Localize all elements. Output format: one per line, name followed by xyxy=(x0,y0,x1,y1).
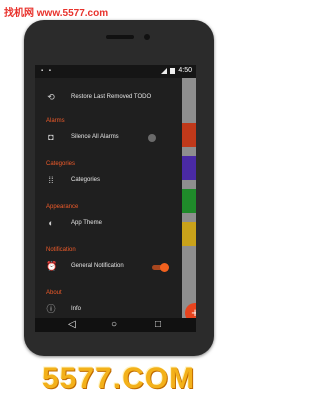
silence-alarms-toggle[interactable] xyxy=(148,134,156,142)
watermark-bottom: 5577.COM xyxy=(42,362,196,395)
section-alarms: Alarms xyxy=(46,118,65,124)
signal-icon xyxy=(161,67,168,74)
app-theme-label: App Theme xyxy=(71,220,102,226)
speaker xyxy=(106,35,134,39)
home-button[interactable]: ○ xyxy=(111,319,117,331)
recents-button[interactable]: □ xyxy=(155,319,161,331)
back-button[interactable]: ◁ xyxy=(68,319,76,331)
categories-item[interactable]: ⁞⁞ Categories xyxy=(35,175,182,189)
vibrate-icon: ◘ xyxy=(48,132,54,142)
phone-frame: ▪ ▪ 4:50 + ⟲ Restore Last Removed TODO A… xyxy=(24,20,214,356)
alarm-bell-icon: ⏰ xyxy=(46,261,58,271)
category-tile-green[interactable] xyxy=(182,189,196,213)
general-notification-item[interactable]: ⏰ General Notification xyxy=(35,261,182,275)
section-about: About xyxy=(46,290,62,296)
battery-icon xyxy=(170,67,176,74)
camera xyxy=(144,34,150,40)
watermark-top: 找机网 www.5577.com xyxy=(4,8,109,19)
section-categories: Categories xyxy=(46,161,76,167)
info-label: Info xyxy=(71,306,82,312)
navigation-bar: ◁ ○ □ xyxy=(35,318,196,332)
app-theme-item[interactable]: ◐ App Theme xyxy=(35,218,182,232)
status-time: 4:50 xyxy=(178,67,192,74)
status-bar: ▪ ▪ 4:50 xyxy=(35,65,196,78)
section-notification: Notification xyxy=(46,247,76,253)
category-tile-purple[interactable] xyxy=(182,156,196,180)
section-appearance: Appearance xyxy=(46,204,79,210)
contrast-icon: ◐ xyxy=(48,218,54,228)
screen: ▪ ▪ 4:50 + ⟲ Restore Last Removed TODO A… xyxy=(35,65,196,318)
general-notification-toggle[interactable] xyxy=(160,263,169,272)
add-button[interactable]: + xyxy=(185,303,196,318)
restore-item[interactable]: ⟲ Restore Last Removed TODO xyxy=(35,92,182,106)
categories-label: Categories xyxy=(71,177,101,183)
general-notification-label: General Notification xyxy=(71,263,124,269)
notification-icons: ▪ ▪ xyxy=(41,68,53,74)
history-icon: ⟲ xyxy=(47,92,55,102)
silence-alarms-item[interactable]: ◘ Silence All Alarms xyxy=(35,132,182,146)
grid-icon: ⁞⁞ xyxy=(48,175,54,185)
info-item[interactable]: ⓘ Info xyxy=(35,304,182,318)
category-tile-red[interactable] xyxy=(182,123,196,147)
category-tile-yellow[interactable] xyxy=(182,222,196,246)
restore-label: Restore Last Removed TODO xyxy=(71,94,152,100)
navigation-drawer: ⟲ Restore Last Removed TODO Alarms ◘ Sil… xyxy=(35,78,182,318)
status-right: 4:50 xyxy=(161,67,192,74)
info-icon: ⓘ xyxy=(46,304,56,314)
silence-alarms-label: Silence All Alarms xyxy=(71,134,119,140)
